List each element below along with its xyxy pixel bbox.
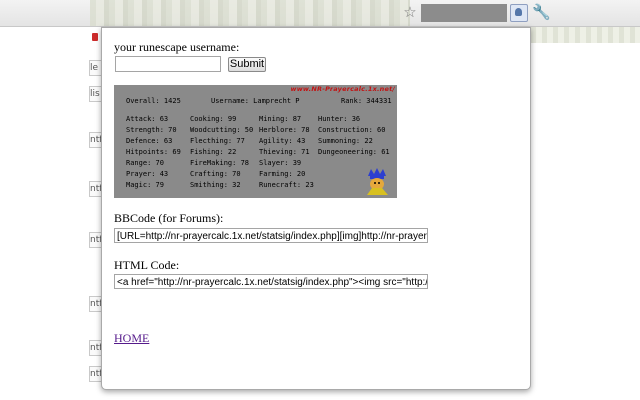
username-input[interactable] bbox=[115, 56, 221, 72]
sig-stat: Cooking: 99 bbox=[190, 115, 237, 123]
sig-stat: Agility: 43 bbox=[259, 137, 306, 145]
signature-site-url: www.NR-Prayercalc.1x.net/ bbox=[290, 85, 395, 93]
home-link[interactable]: HOME bbox=[114, 331, 149, 346]
sig-stat: Runecraft: 23 bbox=[259, 181, 314, 189]
extension-popup: your runescape username: Submit www.NR-P… bbox=[101, 27, 531, 390]
sig-username: Username: Lamprecht P bbox=[211, 97, 300, 105]
stat-signature-image: www.NR-Prayercalc.1x.net/ Overall: 1425 … bbox=[114, 85, 397, 198]
sig-stat: Construction: 60 bbox=[318, 126, 386, 134]
sig-stat: Flecthing: 77 bbox=[190, 137, 245, 145]
sig-stat: Hunter: 36 bbox=[318, 115, 361, 123]
sig-overall: Overall: 1425 bbox=[126, 97, 181, 105]
sig-stat: Mining: 87 bbox=[259, 115, 302, 123]
submit-button[interactable]: Submit bbox=[228, 57, 266, 72]
bbcode-field[interactable]: [URL=http://nr-prayercalc.1x.net/statsig… bbox=[114, 228, 428, 243]
sig-stat: Defence: 63 bbox=[126, 137, 173, 145]
sig-stat: Hitpoints: 69 bbox=[126, 148, 181, 156]
bbcode-label: BBCode (for Forums): bbox=[114, 211, 224, 225]
username-label: your runescape username: bbox=[114, 40, 240, 54]
sig-stat: Dungeoneering: 61 bbox=[318, 148, 390, 156]
bookmark-star-icon[interactable]: ☆ bbox=[402, 4, 418, 20]
sig-stat: Attack: 63 bbox=[126, 115, 169, 123]
sig-stat: Crafting: 70 bbox=[190, 170, 241, 178]
sig-stat: Prayer: 43 bbox=[126, 170, 169, 178]
sig-stat: Magic: 79 bbox=[126, 181, 164, 189]
html-code-label: HTML Code: bbox=[114, 258, 180, 272]
sig-stat: Slayer: 39 bbox=[259, 159, 302, 167]
sig-stat: Smithing: 32 bbox=[190, 181, 241, 189]
sig-rank: Rank: 344331 bbox=[341, 97, 392, 105]
background-page bbox=[0, 27, 100, 400]
sig-stat: Farming: 20 bbox=[259, 170, 306, 178]
sig-stat: FireMaking: 78 bbox=[190, 159, 250, 167]
sig-stat: Range: 70 bbox=[126, 159, 164, 167]
html-code-field[interactable]: <a href="http://nr-prayercalc.1x.net/sta… bbox=[114, 274, 428, 289]
sig-stat: Fishing: 22 bbox=[190, 148, 237, 156]
background-strip bbox=[531, 27, 640, 43]
sig-stat: Thieving: 71 bbox=[259, 148, 310, 156]
browser-toolbar: ☆ 🔧 bbox=[0, 0, 640, 27]
sig-stat: Summoning: 22 bbox=[318, 137, 373, 145]
background-page-right bbox=[531, 27, 640, 400]
address-bar-segment[interactable] bbox=[421, 4, 507, 22]
extension-icon[interactable] bbox=[510, 4, 528, 22]
toolbar-texture bbox=[90, 0, 410, 26]
youtube-icon bbox=[92, 33, 98, 41]
mascot-icon bbox=[367, 168, 388, 195]
wrench-icon[interactable]: 🔧 bbox=[532, 3, 551, 21]
sig-stat: Woodcutting: 50 bbox=[190, 126, 254, 134]
sig-stat: Strength: 70 bbox=[126, 126, 177, 134]
sig-stat: Herblore: 78 bbox=[259, 126, 310, 134]
